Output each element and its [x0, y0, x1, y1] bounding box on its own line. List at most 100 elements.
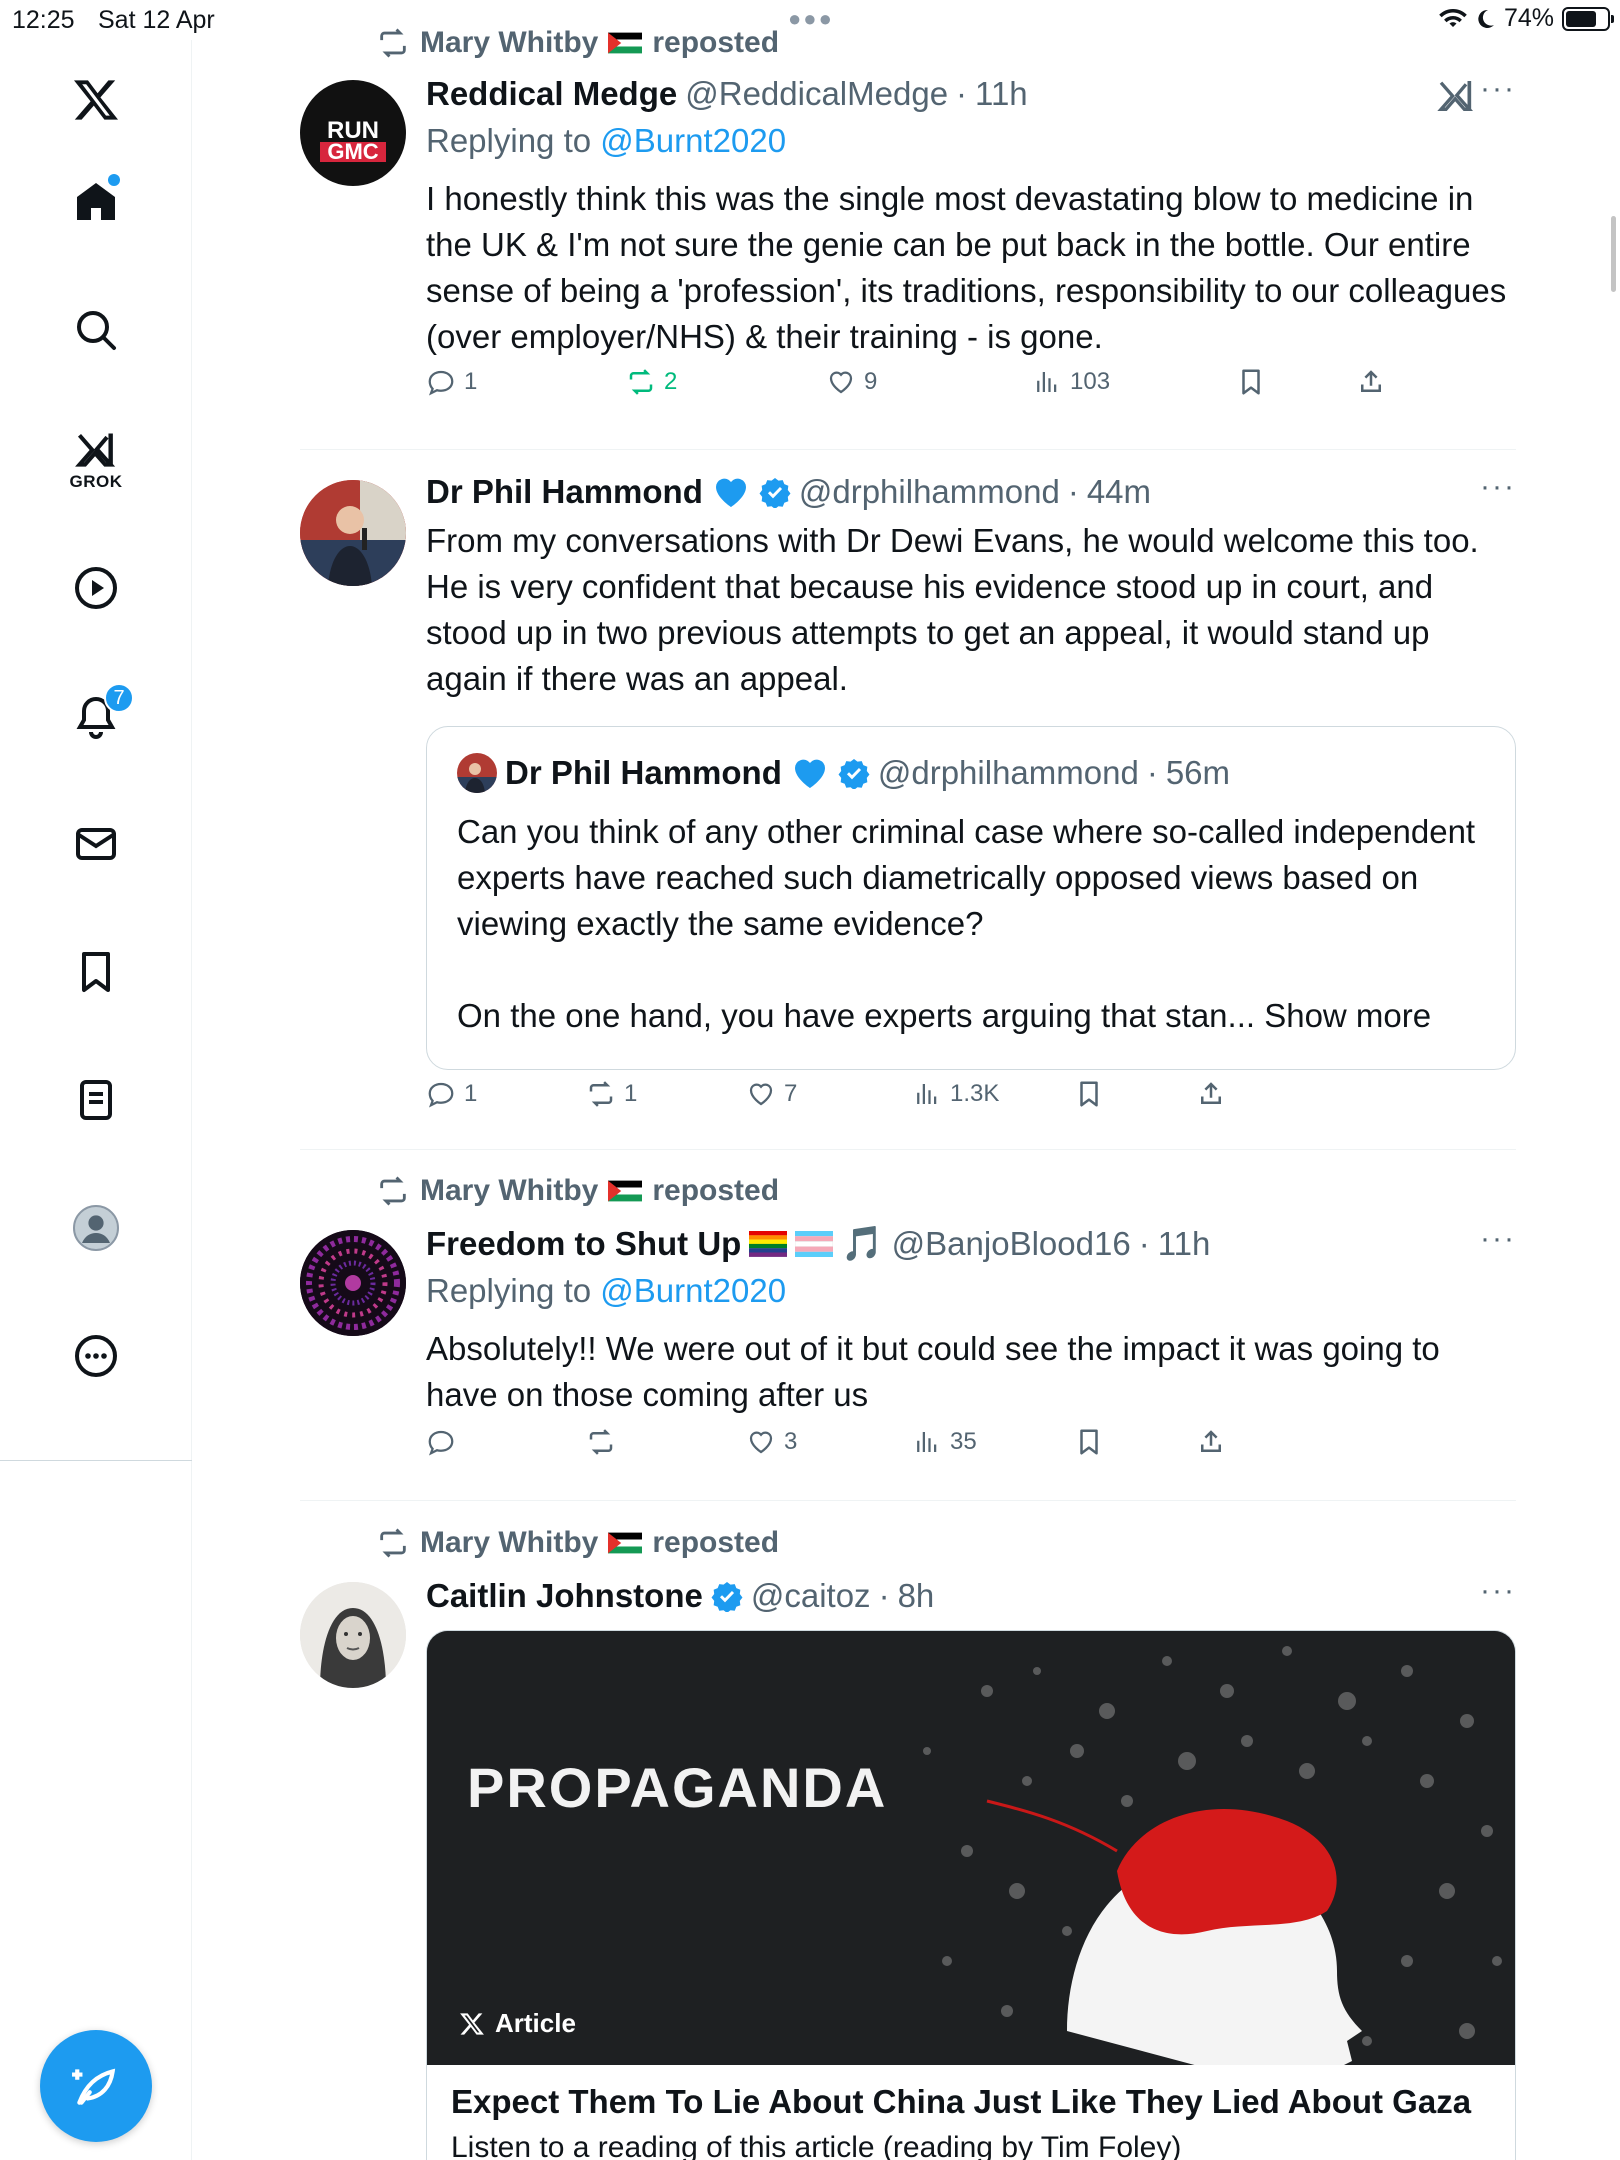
sidebar-item-grok[interactable]: GROK [56, 420, 136, 500]
sidebar-item-search[interactable] [56, 290, 136, 370]
heart-outline-icon [749, 1431, 773, 1454]
grok-explain-icon[interactable] [1436, 76, 1476, 124]
article-card[interactable]: PROPAGANDA Article Expect Them To Lie Ab… [426, 1630, 1516, 2160]
like-count: 9 [864, 368, 878, 395]
list-icon [80, 1080, 112, 1120]
like-count: 3 [784, 1428, 798, 1455]
more-options-icon[interactable]: ··· [1480, 1574, 1516, 1608]
repost-indicator: Mary Whitby reposted [376, 1526, 779, 1560]
article-title[interactable]: Expect Them To Lie About China Just Like… [451, 2083, 1471, 2121]
sidebar-item-notifications[interactable]: 7 [56, 677, 136, 757]
repost-suffix: reposted [652, 26, 780, 59]
author-name[interactable]: Caitlin Johnstone [426, 1577, 703, 1615]
share-button[interactable] [1196, 1427, 1226, 1457]
grok-label: GROK [69, 472, 123, 491]
heart-outline-icon [829, 371, 853, 394]
more-options-icon[interactable]: ··· [1480, 1222, 1516, 1256]
views-button[interactable]: 103 [1032, 367, 1110, 397]
sidebar-item-messages[interactable] [56, 804, 136, 884]
views-count: 35 [950, 1428, 977, 1455]
scrollbar[interactable] [1611, 216, 1616, 292]
post-time[interactable]: 44m [1087, 473, 1151, 511]
repost-icon [589, 1429, 613, 1455]
compose-post-button[interactable] [40, 2030, 152, 2142]
sidebar: GROK 7 [0, 40, 192, 2160]
sidebar-item-home[interactable] [56, 162, 136, 242]
repost-by-name[interactable]: Mary Whitby [420, 26, 598, 60]
bookmark-button[interactable] [1236, 367, 1266, 397]
quoted-author-handle[interactable]: @drphilhammond [878, 754, 1139, 792]
author-name[interactable]: Freedom to Shut Up [426, 1225, 741, 1263]
views-count: 103 [1070, 368, 1111, 395]
reply-button[interactable] [426, 1427, 464, 1457]
bookmark-icon [1080, 1429, 1098, 1455]
author-handle[interactable]: @BanjoBlood16 [892, 1225, 1131, 1263]
views-count: 1.3K [950, 1080, 1000, 1107]
quoted-tweet[interactable]: Dr Phil Hammond @drphilhammond · 56m Can… [426, 726, 1516, 1070]
x-logo-icon[interactable] [56, 60, 136, 140]
avatar[interactable] [300, 480, 406, 586]
repost-button[interactable]: 1 [586, 1079, 637, 1109]
quoted-post-time[interactable]: 56m [1166, 754, 1230, 792]
author-handle[interactable]: @ReddicalMedge [685, 75, 948, 113]
sidebar-item-bookmarks[interactable] [56, 932, 136, 1012]
like-count: 7 [784, 1080, 798, 1107]
replying-to: Replying to @Burnt2020 [426, 122, 1516, 160]
bookmark-icon [1242, 369, 1260, 395]
tweet-divider [300, 449, 1516, 450]
palestine-flag-icon [608, 32, 643, 54]
post-time[interactable]: 11h [1158, 1225, 1211, 1263]
like-button[interactable]: 7 [746, 1079, 797, 1109]
notifications-badge: 7 [104, 683, 134, 713]
replying-to-handle[interactable]: @Burnt2020 [600, 122, 786, 159]
repost-by-name[interactable]: Mary Whitby [420, 1174, 598, 1208]
views-button[interactable]: 1.3K [912, 1079, 999, 1109]
wifi-icon [1439, 8, 1467, 27]
repost-button[interactable] [586, 1427, 624, 1457]
author-name[interactable]: Dr Phil Hammond [426, 473, 703, 511]
reply-button[interactable]: 1 [426, 1079, 477, 1109]
sidebar-item-more[interactable] [56, 1316, 136, 1396]
reply-icon [428, 1430, 454, 1456]
avatar[interactable] [300, 1582, 406, 1688]
replying-to-handle[interactable]: @Burnt2020 [600, 1272, 786, 1309]
verified-badge-icon [838, 759, 870, 789]
post-time[interactable]: 11h [975, 75, 1028, 113]
repost-button[interactable]: 2 [626, 367, 677, 397]
share-icon [1201, 1430, 1221, 1452]
tweet-text: From my conversations with Dr Dewi Evans… [426, 522, 1488, 697]
separator: · [1146, 754, 1158, 791]
like-button[interactable]: 9 [826, 367, 877, 397]
bookmark-button[interactable] [1074, 1427, 1104, 1457]
more-options-icon[interactable]: ··· [1480, 470, 1516, 504]
quoted-author-name[interactable]: Dr Phil Hammond [505, 754, 782, 792]
multitask-dots-icon[interactable]: ●●● [788, 6, 834, 32]
repost-icon [629, 369, 653, 395]
like-button[interactable]: 3 [746, 1427, 797, 1457]
share-button[interactable] [1196, 1079, 1226, 1109]
sidebar-divider [0, 1460, 192, 1461]
sidebar-item-lists[interactable] [56, 1060, 136, 1140]
share-button[interactable] [1356, 367, 1386, 397]
views-chart-icon [917, 1432, 937, 1452]
author-handle[interactable]: @caitoz [751, 1577, 871, 1615]
avatar[interactable]: RUN GMC [300, 80, 406, 186]
reply-button[interactable]: 1 [426, 367, 477, 397]
share-icon [1361, 370, 1381, 392]
tweet-divider [300, 1149, 1516, 1150]
quoted-tweet-text: Can you think of any other criminal case… [457, 813, 1476, 1034]
battery-percent: 74% [1503, 4, 1554, 32]
avatar[interactable] [300, 1230, 406, 1336]
bookmark-button[interactable] [1074, 1079, 1104, 1109]
author-name[interactable]: Reddical Medge [426, 75, 677, 113]
more-options-icon[interactable]: ··· [1480, 72, 1516, 106]
sidebar-item-profile[interactable] [56, 1188, 136, 1268]
repost-by-name[interactable]: Mary Whitby [420, 1526, 598, 1560]
compose-feather-icon [72, 2068, 116, 2105]
author-handle[interactable]: @drphilhammond [799, 473, 1060, 511]
replying-prefix: Replying to [426, 1272, 592, 1309]
post-time[interactable]: 8h [898, 1577, 935, 1615]
views-button[interactable]: 35 [912, 1427, 977, 1457]
sidebar-item-video[interactable] [56, 548, 136, 628]
views-chart-icon [1037, 372, 1057, 392]
